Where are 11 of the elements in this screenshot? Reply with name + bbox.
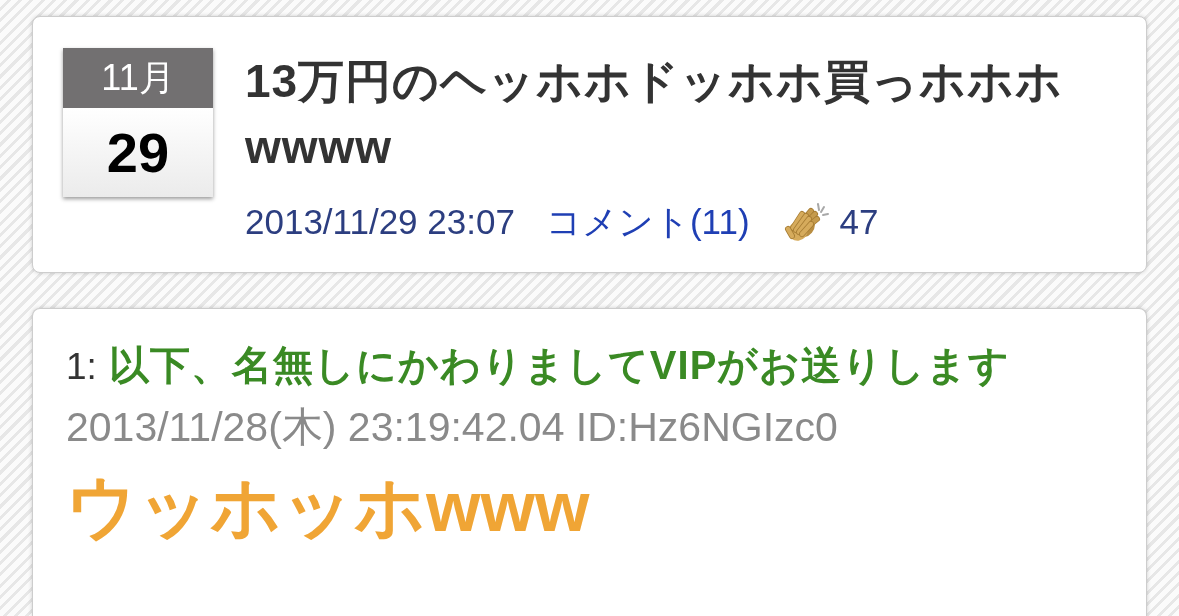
post-meta: 2013/11/28(木) 23:19:42.04 ID:Hz6NGIzc0 (66, 403, 838, 451)
post-body: ウッホッホwww (66, 467, 590, 547)
calendar-day: 29 (63, 108, 213, 197)
clapping-hands-icon (783, 202, 830, 242)
clap-count: 47 (839, 202, 879, 242)
post-date: 2013/11/29 23:07 (245, 202, 515, 242)
article-title: 13万円のヘッホホドッホホ買っホホホwwww (245, 54, 1065, 175)
post-number: 1: (66, 345, 97, 389)
comments-link[interactable]: コメント(11) (545, 202, 750, 242)
calendar-month: 11月 (63, 48, 213, 108)
poster-name: 以下、名無しにかわりましてVIPがお送りします (108, 342, 1011, 389)
